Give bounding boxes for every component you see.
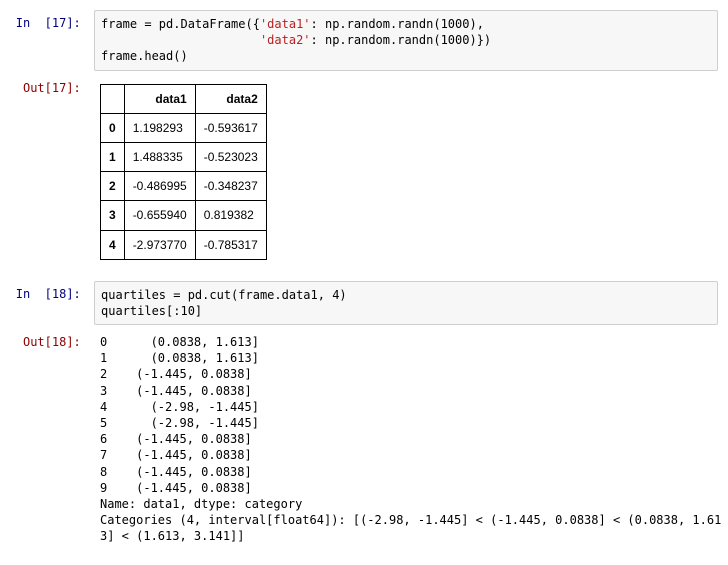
code-text: quartiles = pd.cut(frame.data1, 4) <box>101 288 347 302</box>
row-index: 0 <box>101 113 125 142</box>
cell-18-input: In [18]: quartiles = pd.cut(frame.data1,… <box>10 281 718 325</box>
output-line: 2 (-1.445, 0.0838] <box>100 367 252 381</box>
row-index: 3 <box>101 201 125 230</box>
out-prompt-17: Out[17]: <box>10 75 94 101</box>
code-text: : np.random.randn(1000)}) <box>311 33 492 47</box>
output-17: data1 data2 0 1.198293 -0.593617 1 1.488… <box>94 75 718 277</box>
output-line: 3 (-1.445, 0.0838] <box>100 384 252 398</box>
cell-data1: -2.973770 <box>124 230 195 259</box>
index-header <box>101 84 125 113</box>
dataframe-table: data1 data2 0 1.198293 -0.593617 1 1.488… <box>100 84 267 260</box>
cell-18-output: Out[18]: 0 (0.0838, 1.613] 1 (0.0838, 1.… <box>10 329 718 549</box>
table-row: 0 1.198293 -0.593617 <box>101 113 267 142</box>
cell-data1: -0.655940 <box>124 201 195 230</box>
code-text <box>101 33 260 47</box>
row-index: 1 <box>101 142 125 171</box>
output-line: 0 (0.0838, 1.613] <box>100 335 259 349</box>
cell-17-input: In [17]: frame = pd.DataFrame({'data1': … <box>10 10 718 71</box>
cell-data2: 0.819382 <box>195 201 266 230</box>
cell-data2: -0.348237 <box>195 172 266 201</box>
code-input-18[interactable]: quartiles = pd.cut(frame.data1, 4) quart… <box>94 281 718 325</box>
output-18: 0 (0.0838, 1.613] 1 (0.0838, 1.613] 2 (-… <box>94 329 727 549</box>
table-row: 1 1.488335 -0.523023 <box>101 142 267 171</box>
table-row: 3 -0.655940 0.819382 <box>101 201 267 230</box>
col-header-data2: data2 <box>195 84 266 113</box>
output-line: 6 (-1.445, 0.0838] <box>100 432 252 446</box>
in-prompt-18: In [18]: <box>10 281 94 307</box>
cell-data2: -0.785317 <box>195 230 266 259</box>
code-input-17[interactable]: frame = pd.DataFrame({'data1': np.random… <box>94 10 718 71</box>
cell-17-output: Out[17]: data1 data2 0 1.198293 -0.59361… <box>10 75 718 277</box>
output-line: Name: data1, dtype: category <box>100 497 302 511</box>
cell-data2: -0.523023 <box>195 142 266 171</box>
row-index: 4 <box>101 230 125 259</box>
code-text: : np.random.randn(1000), <box>311 17 484 31</box>
string-literal: 'data1' <box>260 17 311 31</box>
row-index: 2 <box>101 172 125 201</box>
cell-data1: 1.198293 <box>124 113 195 142</box>
code-text: quartiles[:10] <box>101 304 202 318</box>
in-prompt-17: In [17]: <box>10 10 94 36</box>
output-line: 4 (-2.98, -1.445] <box>100 400 259 414</box>
output-line: 8 (-1.445, 0.0838] <box>100 465 252 479</box>
string-literal: 'data2' <box>260 33 311 47</box>
code-text: frame.head() <box>101 49 188 63</box>
output-line: 3] < (1.613, 3.141]] <box>100 529 245 543</box>
output-line: 5 (-2.98, -1.445] <box>100 416 259 430</box>
output-line: 7 (-1.445, 0.0838] <box>100 448 252 462</box>
cell-data1: -0.486995 <box>124 172 195 201</box>
cell-data1: 1.488335 <box>124 142 195 171</box>
table-row: 4 -2.973770 -0.785317 <box>101 230 267 259</box>
code-text: frame = pd.DataFrame({ <box>101 17 260 31</box>
table-row: 2 -0.486995 -0.348237 <box>101 172 267 201</box>
out-prompt-18: Out[18]: <box>10 329 94 355</box>
cell-data2: -0.593617 <box>195 113 266 142</box>
output-line: Categories (4, interval[float64]): [(-2.… <box>100 513 721 527</box>
table-header-row: data1 data2 <box>101 84 267 113</box>
col-header-data1: data1 <box>124 84 195 113</box>
output-line: 1 (0.0838, 1.613] <box>100 351 259 365</box>
output-line: 9 (-1.445, 0.0838] <box>100 481 252 495</box>
